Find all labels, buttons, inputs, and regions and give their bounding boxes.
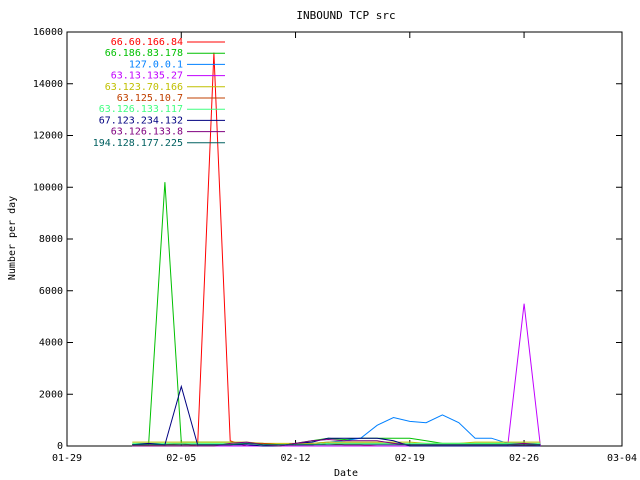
y-tick-label: 12000 (33, 131, 63, 142)
y-tick-label: 2000 (39, 389, 63, 400)
y-tick-label: 8000 (39, 234, 63, 245)
y-tick-label: 4000 (39, 338, 63, 349)
legend-label: 63.13.135.27 (111, 71, 183, 82)
x-tick-label: 02-12 (280, 453, 310, 464)
legend-label: 66.186.83.178 (105, 48, 183, 59)
legend-label: 63.126.133.8 (111, 127, 183, 138)
x-axis-label: Date (334, 468, 358, 479)
y-tick-label: 6000 (39, 286, 63, 297)
legend-label: 67.123.234.132 (99, 115, 183, 126)
series-line (132, 52, 541, 447)
y-axis-label: Number per day (7, 196, 18, 280)
legend-label: 63.126.133.117 (99, 104, 183, 115)
legend-label: 63.123.70.166 (105, 82, 183, 93)
legend-label: 63.125.10.7 (117, 93, 183, 104)
y-tick-label: 16000 (33, 27, 63, 38)
chart-svg: INBOUND TCP src Date Number per day 0 200… (7, 9, 637, 479)
y-tick-label: 0 (57, 441, 63, 452)
x-tick-label: 03-04 (607, 453, 637, 464)
legend-label: 194.128.177.225 (93, 138, 183, 149)
x-tick-label: 02-19 (395, 453, 425, 464)
x-tick-label: 01-29 (52, 453, 82, 464)
legend-label: 66.60.166.84 (111, 37, 183, 48)
series-line (132, 182, 541, 447)
y-tick-label: 10000 (33, 182, 63, 193)
x-tick-label: 02-05 (166, 453, 196, 464)
x-tick-label: 02-26 (509, 453, 539, 464)
series-line (132, 384, 541, 447)
series-lines (132, 52, 541, 447)
chart-title: INBOUND TCP src (296, 9, 395, 22)
series-line (132, 303, 541, 447)
legend-label: 127.0.0.1 (129, 59, 183, 70)
y-tick-label: 14000 (33, 79, 63, 90)
legend: 66.60.166.8466.186.83.178127.0.0.163.13.… (93, 37, 225, 149)
